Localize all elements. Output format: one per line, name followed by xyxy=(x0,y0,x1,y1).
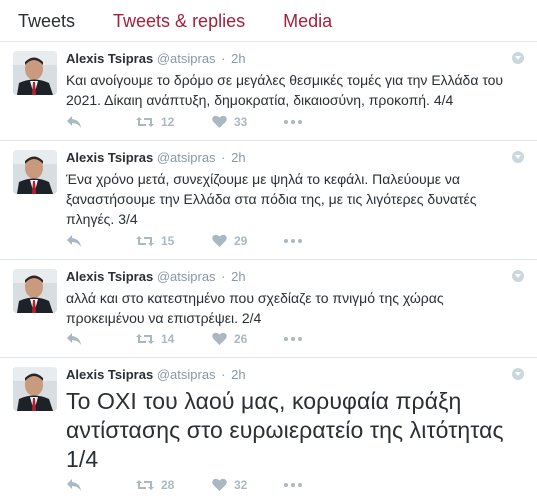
tweet-text: Ένα χρόνο μετά, συνεχίζουμε με ψηλά το κ… xyxy=(66,171,477,227)
like-count: 29 xyxy=(234,234,248,248)
separator: · xyxy=(221,269,226,284)
timestamp[interactable]: 2h xyxy=(231,150,245,165)
avatar[interactable] xyxy=(13,150,57,194)
chevron-down-icon[interactable] xyxy=(512,52,524,64)
more-icon xyxy=(284,239,302,243)
timestamp[interactable]: 2h xyxy=(231,269,245,284)
heart-icon xyxy=(212,478,227,492)
reply-icon xyxy=(66,115,82,129)
avatar[interactable] xyxy=(13,367,57,411)
retweet-button[interactable]: 12 xyxy=(136,115,212,129)
more-button[interactable] xyxy=(284,337,302,341)
tab-tweets-and-replies[interactable]: Tweets & replies xyxy=(113,0,245,42)
heart-icon xyxy=(212,234,227,248)
reply-button[interactable] xyxy=(66,115,136,129)
tweet[interactable]: Alexis Tsipras @atsipras · 2h Το ΟΧΙ του… xyxy=(0,358,537,503)
reply-button[interactable] xyxy=(66,332,136,346)
tweet[interactable]: Alexis Tsipras @atsipras · 2h Ένα χρόνο … xyxy=(0,141,537,260)
tweet-text: Και ανοίγουμε το δρόμο σε μεγάλες θεσμικ… xyxy=(66,72,504,108)
author-name[interactable]: Alexis Tsipras xyxy=(66,367,153,382)
separator: · xyxy=(221,367,226,382)
more-button[interactable] xyxy=(284,483,302,487)
tweet-actions: 28 32 xyxy=(66,475,302,495)
chevron-down-icon[interactable] xyxy=(512,151,524,163)
retweet-button[interactable]: 28 xyxy=(136,478,212,492)
like-count: 26 xyxy=(234,332,248,346)
reply-button[interactable] xyxy=(66,234,136,248)
author-handle[interactable]: @atsipras xyxy=(157,150,216,165)
more-icon xyxy=(284,120,302,124)
tab-media[interactable]: Media xyxy=(283,0,332,42)
author-handle[interactable]: @atsipras xyxy=(157,51,216,66)
retweet-count: 12 xyxy=(161,115,175,129)
tweet-header: Alexis Tsipras @atsipras · 2h xyxy=(66,50,525,68)
tweet-header: Alexis Tsipras @atsipras · 2h xyxy=(66,366,525,384)
author-name[interactable]: Alexis Tsipras xyxy=(66,150,153,165)
heart-icon xyxy=(212,332,227,346)
retweet-count: 14 xyxy=(161,332,175,346)
tweet-actions: 12 33 xyxy=(66,112,302,132)
like-button[interactable]: 26 xyxy=(212,332,284,346)
timestamp[interactable]: 2h xyxy=(231,367,245,382)
retweet-count: 28 xyxy=(161,478,175,492)
like-count: 33 xyxy=(234,115,248,129)
retweet-count: 15 xyxy=(161,234,175,248)
profile-tabs: Tweets Tweets & replies Media xyxy=(0,0,537,42)
tweet-text: Το ΟΧΙ του λαού μας, κορυφαία πράξη αντί… xyxy=(66,388,504,472)
like-button[interactable]: 32 xyxy=(212,478,284,492)
tweet[interactable]: Alexis Tsipras @atsipras · 2h αλλά και σ… xyxy=(0,260,537,358)
reply-button[interactable] xyxy=(66,478,136,492)
chevron-down-icon[interactable] xyxy=(512,270,524,282)
like-button[interactable]: 33 xyxy=(212,115,284,129)
reply-icon xyxy=(66,234,82,248)
author-name[interactable]: Alexis Tsipras xyxy=(66,269,153,284)
timestamp[interactable]: 2h xyxy=(231,51,245,66)
tab-tweets[interactable]: Tweets xyxy=(18,0,75,42)
like-count: 32 xyxy=(234,478,248,492)
heart-icon xyxy=(212,115,227,129)
retweet-button[interactable]: 14 xyxy=(136,332,212,346)
reply-icon xyxy=(66,332,82,346)
chevron-down-icon[interactable] xyxy=(512,368,524,380)
like-button[interactable]: 29 xyxy=(212,234,284,248)
more-button[interactable] xyxy=(284,239,302,243)
author-handle[interactable]: @atsipras xyxy=(157,367,216,382)
author-name[interactable]: Alexis Tsipras xyxy=(66,51,153,66)
tweet-actions: 15 29 xyxy=(66,231,302,251)
more-icon xyxy=(284,337,302,341)
retweet-button[interactable]: 15 xyxy=(136,234,212,248)
separator: · xyxy=(221,150,226,165)
tweet-header: Alexis Tsipras @atsipras · 2h xyxy=(66,149,525,167)
tweet-text: αλλά και στο κατεστημένο που σχεδίαζε το… xyxy=(66,290,444,326)
retweet-icon xyxy=(136,478,154,492)
timeline: Alexis Tsipras @atsipras · 2h Και ανοίγο… xyxy=(0,42,537,503)
retweet-icon xyxy=(136,332,154,346)
more-icon xyxy=(284,483,302,487)
separator: · xyxy=(221,51,226,66)
avatar[interactable] xyxy=(13,269,57,313)
retweet-icon xyxy=(136,234,154,248)
tweet-header: Alexis Tsipras @atsipras · 2h xyxy=(66,268,525,286)
avatar[interactable] xyxy=(13,51,57,95)
retweet-icon xyxy=(136,115,154,129)
author-handle[interactable]: @atsipras xyxy=(157,269,216,284)
tweet-actions: 14 26 xyxy=(66,329,302,349)
more-button[interactable] xyxy=(284,120,302,124)
tweet[interactable]: Alexis Tsipras @atsipras · 2h Και ανοίγο… xyxy=(0,42,537,141)
reply-icon xyxy=(66,478,82,492)
